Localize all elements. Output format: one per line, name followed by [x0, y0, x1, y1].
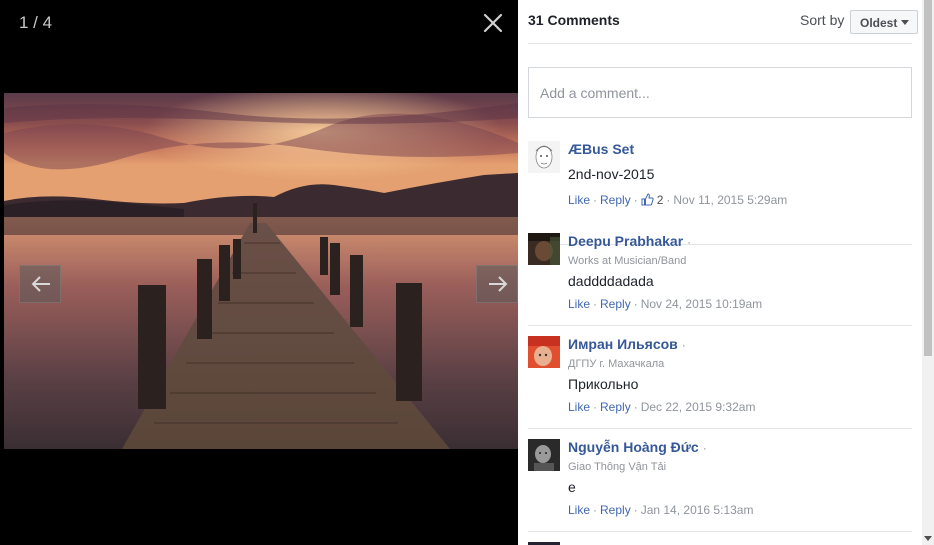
chevron-down-icon [901, 20, 909, 25]
sort-label: Sort by [800, 12, 845, 28]
previous-arrow-button[interactable] [19, 265, 61, 303]
comment-author-subtitle: Giao Thông Vận Tải [568, 461, 667, 473]
comment-timestamp[interactable]: Nov 11, 2015 5:29am [673, 193, 787, 207]
sort-value: Oldest [860, 16, 898, 30]
photo-viewer: 1 / 4 [0, 0, 518, 545]
reply-link[interactable]: Reply [600, 400, 631, 414]
like-count[interactable]: 2 [657, 193, 664, 207]
comments-header: 31 Comments Sort by Oldest [528, 0, 918, 44]
comment-text: Прикольно [568, 376, 639, 392]
like-link[interactable]: Like [568, 297, 590, 311]
thumbs-up-icon [641, 193, 654, 209]
scroll-down-icon[interactable] [924, 536, 932, 541]
comment-author[interactable]: ÆBus Set [568, 141, 634, 157]
comment-item: ÆBus Set 2nd-nov-2015 Like · Reply · 2 · Nov 1… [528, 141, 912, 245]
arrow-left-icon [31, 276, 50, 292]
comment-item: Имран Ильясов · ДГПУ г. Махачкала Приколь… [528, 336, 912, 429]
close-icon[interactable] [482, 12, 504, 34]
like-link[interactable]: Like [568, 193, 590, 207]
comment-actions: Like · Reply · Dec 22, 2015 9:32am [568, 400, 756, 414]
photo-counter: 1 / 4 [19, 13, 53, 32]
avatar[interactable] [528, 336, 560, 368]
comment-author[interactable]: Имран Ильясов · [568, 336, 686, 352]
avatar[interactable] [528, 439, 560, 471]
scrollbar-thumb[interactable] [924, 0, 932, 356]
comment-text: 2nd-nov-2015 [568, 166, 655, 182]
comment-timestamp[interactable]: Nov 24, 2015 10:19am [641, 297, 762, 311]
comment-timestamp[interactable]: Jan 14, 2016 5:13am [641, 503, 754, 517]
comment-text: daddddadada [568, 273, 654, 289]
comment-actions: Like · Reply · Jan 14, 2016 5:13am [568, 503, 754, 517]
comment-input[interactable] [528, 67, 912, 118]
avatar[interactable] [528, 141, 560, 173]
like-link[interactable]: Like [568, 400, 590, 414]
comment-item: Nguyễn Hoàng Đức · Giao Thông Vận Tải e L… [528, 439, 912, 532]
reply-link[interactable]: Reply [600, 297, 631, 311]
comment-author-subtitle: ДГПУ г. Махачкала [568, 358, 665, 370]
comments-panel: 31 Comments Sort by Oldest ÆBus Set 2nd-… [518, 0, 934, 545]
comment-item: Deepu Prabhakar · Works at Musician/Band … [528, 233, 912, 326]
photo-image [4, 93, 518, 449]
comment-author-subtitle: Works at Musician/Band [568, 255, 687, 267]
avatar[interactable] [528, 233, 560, 265]
comment-author[interactable]: Deepu Prabhakar · [568, 233, 691, 249]
comment-timestamp[interactable]: Dec 22, 2015 9:32am [641, 400, 756, 414]
comment-text: e [568, 479, 576, 495]
reply-link[interactable]: Reply [600, 193, 631, 207]
comment-author[interactable]: Nguyễn Hoàng Đức · [568, 439, 707, 455]
reply-link[interactable]: Reply [600, 503, 631, 517]
like-link[interactable]: Like [568, 503, 590, 517]
arrow-right-icon [489, 276, 508, 292]
next-arrow-button[interactable] [476, 265, 518, 303]
comment-actions: Like · Reply · 2 · Nov 11, 2015 5:29am [568, 193, 788, 209]
comment-count: 31 Comments [528, 12, 620, 28]
comment-actions: Like · Reply · Nov 24, 2015 10:19am [568, 297, 763, 311]
sort-dropdown[interactable]: Oldest [850, 10, 918, 34]
